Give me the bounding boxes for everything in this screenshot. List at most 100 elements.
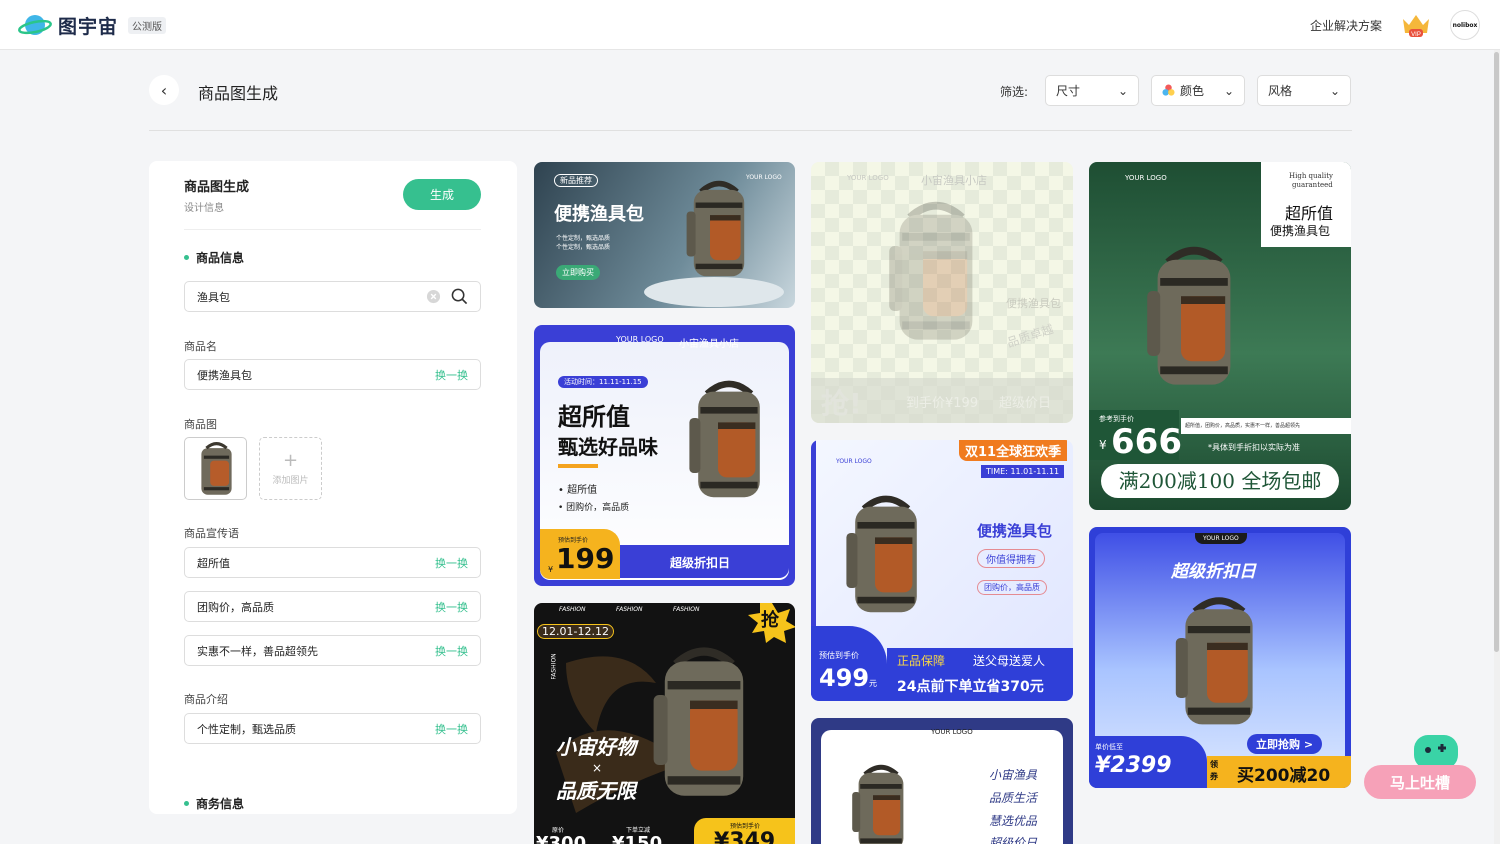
swap-button[interactable]: 换一换 bbox=[435, 555, 468, 571]
page-title: 商品图生成 bbox=[198, 84, 279, 103]
app-name[interactable]: 图宇宙 bbox=[58, 12, 118, 39]
template-card-5[interactable]: YOUR LOGO 双11全球狂欢季 TIME: 11.01-11.11 便携渔… bbox=[811, 440, 1073, 701]
feedback-button[interactable]: 马上吐槽 bbox=[1364, 765, 1476, 799]
backpack-image bbox=[634, 633, 774, 813]
template-card-3[interactable]: FASHION FASHION FASHION 抢 12.01-12.12 FA… bbox=[534, 603, 795, 844]
backpack-image bbox=[871, 187, 1001, 357]
chevron-left-icon: ‹ bbox=[160, 80, 168, 100]
generate-button[interactable]: 生成 bbox=[403, 179, 481, 210]
card-headline-2: 品质无限 bbox=[556, 779, 636, 803]
intro-label: 商品介绍 bbox=[184, 693, 228, 706]
slogan-value: 实惠不一样，善品超领先 bbox=[197, 644, 318, 658]
card-logo: YOUR LOGO bbox=[1125, 174, 1167, 182]
yen-symbol: ¥ bbox=[1099, 438, 1107, 452]
slogan-line: 小宙渔具 bbox=[989, 768, 1038, 782]
intro-field[interactable]: 个性定制，甄选品质 换一换 bbox=[184, 713, 481, 744]
backpack-image bbox=[1159, 582, 1279, 742]
product-info-heading: 商品信息 bbox=[184, 249, 244, 266]
template-card-4[interactable]: YOUR LOGO 小宙渔具小店 便携渔具包 品质卓越 抢! 到手价¥199 超… bbox=[811, 162, 1073, 423]
slogan-field-3[interactable]: 实惠不一样，善品超领先 换一换 bbox=[184, 635, 481, 666]
card-headline-2: 便携渔具包 bbox=[1270, 224, 1331, 238]
slogan-line: 慧选优品 bbox=[989, 814, 1038, 828]
backpack-image bbox=[201, 442, 232, 495]
fashion-tag: FASHION bbox=[673, 606, 700, 613]
template-card-6[interactable]: YOUR LOGO 小宙渔具 品质生活 慧选优品 超级价日 bbox=[811, 718, 1073, 844]
vip-crown-icon[interactable]: VIP bbox=[1400, 11, 1432, 39]
grab-now-button: 立即抢购 > bbox=[1247, 734, 1323, 754]
discount-price: ¥150 bbox=[612, 833, 663, 844]
add-image-button[interactable]: + 添加图片 bbox=[259, 437, 322, 500]
template-card-1[interactable]: 新品推荐 YOUR LOGO 便携渔具包 个性定制，甄选品质 个性定制，甄选品质… bbox=[534, 162, 795, 308]
card-title: 便携渔具包 bbox=[977, 522, 1053, 540]
user-avatar[interactable]: nolibox bbox=[1450, 10, 1480, 40]
enterprise-link[interactable]: 企业解决方案 bbox=[1310, 17, 1382, 34]
shop-name: 小宙渔具小店 bbox=[921, 174, 987, 187]
intro-value: 个性定制，甄选品质 bbox=[197, 722, 296, 736]
quality-line-2: guaranteed bbox=[1292, 181, 1333, 189]
slogan-label: 商品宣传语 bbox=[184, 527, 239, 540]
product-search-input[interactable]: 渔具包 bbox=[184, 281, 481, 312]
template-card-7[interactable]: YOUR LOGO High quality guaranteed 超所值 便携… bbox=[1089, 162, 1351, 510]
product-name-field[interactable]: 便携渔具包 换一换 bbox=[184, 359, 481, 390]
card-logo: YOUR LOGO bbox=[836, 458, 872, 465]
template-card-2[interactable]: YOUR LOGO 小宙渔具小店 活动时间：11.11-11.15 超所值 甄选… bbox=[534, 325, 795, 586]
search-value: 渔具包 bbox=[197, 290, 230, 304]
deal-banner: 满200减100 全场包邮 bbox=[1101, 464, 1339, 498]
deal-label: 买200减20 bbox=[1237, 766, 1331, 786]
search-icon[interactable] bbox=[451, 288, 468, 305]
card-title: 便携渔具包 bbox=[1006, 297, 1061, 310]
card-headline: 超级折扣日 bbox=[1171, 562, 1256, 582]
style-filter-label: 风格 bbox=[1268, 84, 1293, 98]
price-unit: 元 bbox=[869, 679, 877, 688]
card-line: 个性定制，甄选品质 bbox=[556, 235, 611, 242]
card-logo: YOUR LOGO bbox=[1195, 533, 1247, 544]
color-filter-select[interactable]: 颜色 ⌄ bbox=[1151, 75, 1245, 106]
activity-time: 活动时间：11.11-11.15 bbox=[558, 376, 648, 388]
swap-button[interactable]: 换一换 bbox=[435, 643, 468, 659]
panel-title: 商品图生成 bbox=[184, 180, 250, 195]
scrollbar-thumb[interactable] bbox=[1494, 52, 1499, 652]
fashion-tag: FASHION bbox=[559, 606, 586, 613]
card-headline: 超所值 bbox=[558, 403, 630, 431]
template-card-8[interactable]: YOUR LOGO 超级折扣日 立即抢购 > 单价低至 ¥2399 领券 买20… bbox=[1089, 527, 1351, 788]
svg-text:VIP: VIP bbox=[1411, 32, 1421, 38]
price-label: 预估到手价 bbox=[819, 651, 859, 660]
back-button[interactable]: ‹ bbox=[149, 75, 179, 105]
card-headline-2: 甄选好品味 bbox=[558, 435, 658, 459]
swap-button[interactable]: 换一换 bbox=[435, 599, 468, 615]
design-info-panel: 商品图生成 设计信息 生成 商品信息 渔具包 商品名 便携渔具包 换一换 商品图 … bbox=[149, 161, 517, 814]
style-filter-select[interactable]: 风格 ⌄ bbox=[1257, 75, 1351, 106]
coupon-tag: 领券 bbox=[1210, 760, 1218, 781]
grab-label: 抢! bbox=[821, 387, 862, 420]
product-info-label: 商品信息 bbox=[196, 251, 245, 265]
card-headline: 小宙好物 bbox=[556, 735, 636, 759]
slogan-field-1[interactable]: 超所值 换一换 bbox=[184, 547, 481, 578]
feedback-widget[interactable]: 马上吐槽 bbox=[1364, 733, 1476, 799]
cta-label: 超级折扣日 bbox=[670, 556, 731, 570]
card-title: 便携渔具包 bbox=[554, 204, 644, 225]
chevron-down-icon: ⌄ bbox=[1117, 83, 1128, 98]
bullet-dot bbox=[184, 801, 189, 806]
grab-label: 抢 bbox=[761, 610, 779, 631]
card-line: 个性定制，甄选品质 bbox=[556, 244, 611, 251]
bullet-line: • 团购价，高品质 bbox=[558, 503, 630, 513]
bullet-line: • 超所值 bbox=[558, 485, 598, 496]
card-logo: YOUR LOGO bbox=[931, 728, 973, 736]
buy-now-button: 立即购买 bbox=[556, 265, 600, 280]
size-filter-select[interactable]: 尺寸 ⌄ bbox=[1045, 75, 1139, 106]
swap-button[interactable]: 换一换 bbox=[435, 721, 468, 737]
small-text: 超所值，团购价，高品质，实惠不一样，善品超领先 bbox=[1185, 423, 1301, 429]
price-value: 666 bbox=[1111, 422, 1182, 462]
planet-logo-icon[interactable] bbox=[18, 11, 52, 39]
slogan-field-2[interactable]: 团购价，高品质 换一换 bbox=[184, 591, 481, 622]
swap-button[interactable]: 换一换 bbox=[435, 367, 468, 383]
backpack-image bbox=[831, 480, 941, 630]
plus-icon: + bbox=[282, 449, 299, 471]
slogan-value: 团购价，高品质 bbox=[197, 600, 274, 614]
pill-1: 你值得拥有 bbox=[977, 549, 1045, 568]
add-image-label: 添加图片 bbox=[272, 475, 309, 486]
card-headline: 超所值 bbox=[1285, 204, 1334, 223]
filter-label: 筛选: bbox=[1000, 85, 1029, 99]
clear-icon[interactable] bbox=[426, 289, 441, 304]
product-image-thumbnail[interactable] bbox=[184, 437, 247, 500]
